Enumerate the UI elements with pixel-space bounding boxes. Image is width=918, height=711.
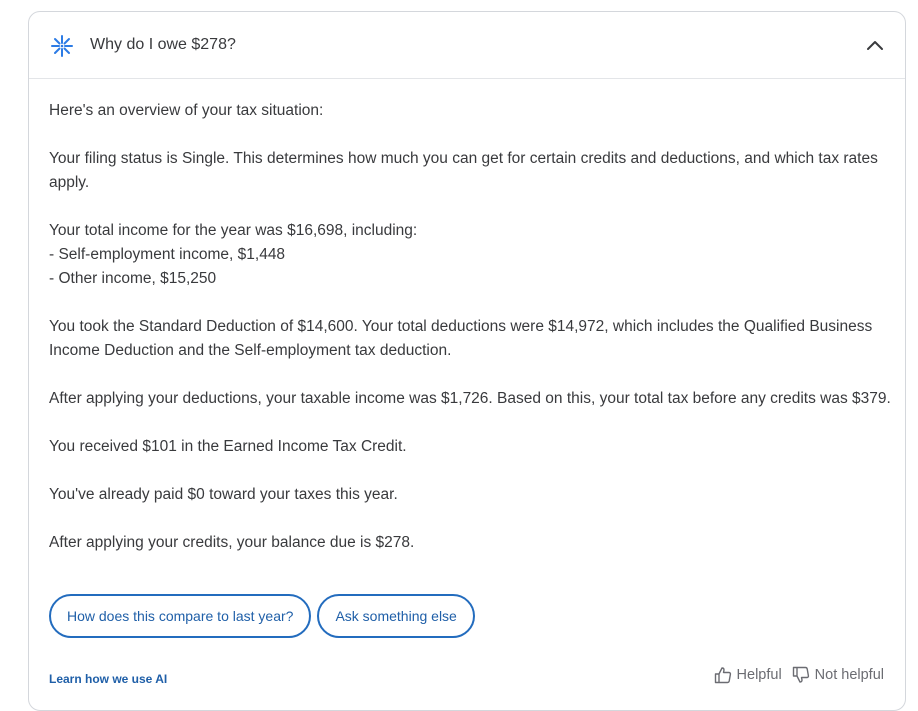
answer-body: Here's an overview of your tax situation… <box>49 99 894 555</box>
not-helpful-button[interactable]: Not helpful <box>792 666 884 684</box>
learn-ai-link[interactable]: Learn how we use AI <box>49 672 167 686</box>
helpful-button[interactable]: Helpful <box>714 666 782 684</box>
payments-paragraph: You've already paid $0 toward your taxes… <box>49 486 398 503</box>
helpful-label: Helpful <box>736 667 782 683</box>
credits-paragraph: You received $101 in the Earned Income T… <box>49 438 407 455</box>
not-helpful-label: Not helpful <box>814 667 884 683</box>
deductions-paragraph: You took the Standard Deduction of $14,6… <box>49 318 873 359</box>
income-paragraph: Your total income for the year was $16,6… <box>49 222 418 287</box>
suggestion-chips: How does this compare to last year? Ask … <box>49 594 475 638</box>
ai-sparkle-icon <box>50 34 74 58</box>
ai-answer-card: Why do I owe $278? Here's an overview of… <box>28 11 906 711</box>
ask-something-else-button[interactable]: Ask something else <box>317 594 475 638</box>
collapse-button[interactable] <box>863 33 887 57</box>
card-header[interactable]: Why do I owe $278? <box>29 12 905 79</box>
answer-title: Why do I owe $278? <box>90 36 236 53</box>
taxable-income-paragraph: After applying your deductions, your tax… <box>49 390 891 407</box>
balance-due-paragraph: After applying your credits, your balanc… <box>49 534 415 551</box>
compare-last-year-button[interactable]: How does this compare to last year? <box>49 594 312 638</box>
chevron-up-icon <box>867 41 883 50</box>
thumbs-up-icon <box>714 667 731 684</box>
feedback-controls: Helpful Not helpful <box>714 666 884 684</box>
thumbs-down-icon <box>792 666 809 683</box>
filing-status-paragraph: Your filing status is Single. This deter… <box>49 150 878 191</box>
overview-intro: Here's an overview of your tax situation… <box>49 102 324 119</box>
